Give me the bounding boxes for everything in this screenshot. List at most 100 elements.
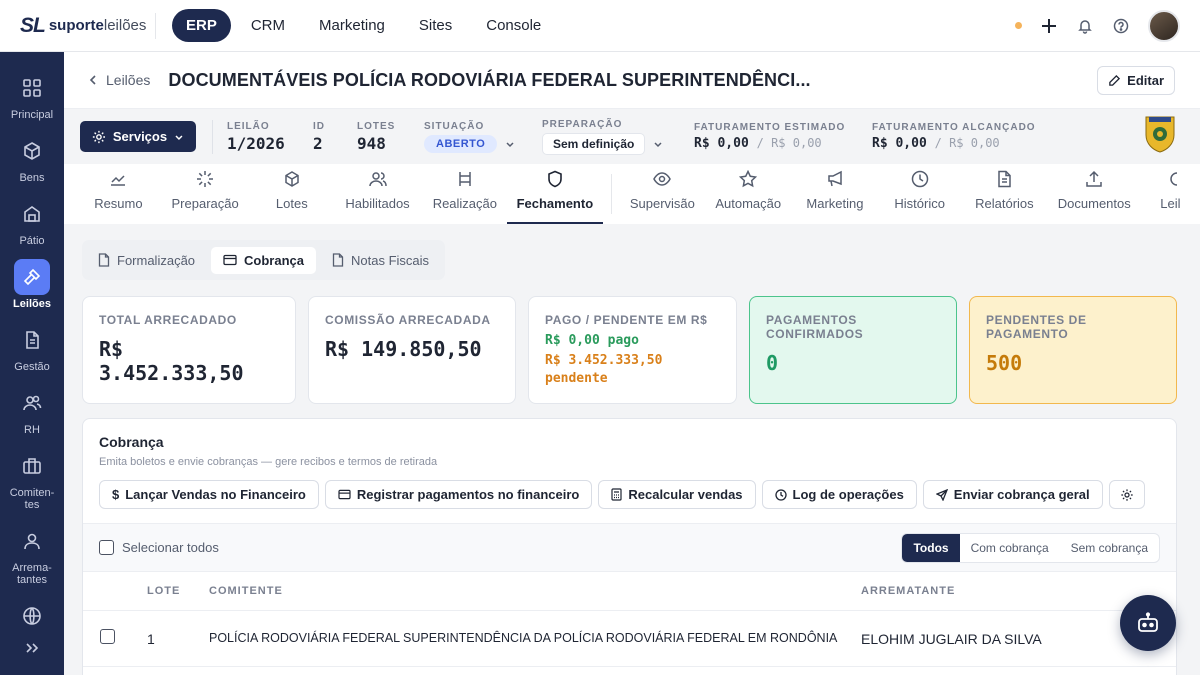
tab-label: Histórico (894, 196, 945, 211)
grid-icon (14, 70, 50, 106)
faturamento-alcancado-value: R$ 0,00 / R$ 0,00 (872, 136, 1000, 151)
hammer-icon (456, 168, 474, 190)
button-label: Lançar Vendas no Financeiro (125, 487, 306, 502)
table-row[interactable]: 1 POLÍCIA RODOVIÁRIA FEDERAL SUPERINTEND… (83, 611, 1176, 667)
lotes-field: LOTES 948 (357, 121, 424, 153)
chevron-down-icon (175, 134, 183, 140)
clock-icon (911, 168, 929, 190)
preparacao-select[interactable]: Sem definição (542, 132, 694, 155)
top-bar: SL suporteleilões ERP CRM Marketing Site… (0, 0, 1200, 52)
chevron-down-icon (506, 141, 514, 147)
filter-todos[interactable]: Todos (902, 533, 960, 562)
shield-icon (546, 168, 564, 190)
users-icon (368, 168, 387, 190)
settings-button[interactable] (1108, 480, 1145, 509)
sidebar-item-label: Pátio (19, 235, 45, 247)
subtab-notas-fiscais[interactable]: Notas Fiscais (320, 247, 441, 274)
card-total-arrecadado: TOTAL ARRECADADO R$ 3.452.333,50 (82, 296, 296, 404)
enviar-cobranca-button[interactable]: Enviar cobrança geral (922, 480, 1103, 509)
tab-realizacao[interactable]: Realização (423, 168, 507, 224)
tab-resumo[interactable]: Resumo (78, 168, 159, 224)
recalcular-vendas-button[interactable]: Recalcular vendas (598, 480, 756, 509)
card-value: 0 (766, 351, 779, 375)
situacao-select[interactable]: ABERTO (424, 134, 542, 153)
sidebar-item-gestao[interactable]: Gestão (0, 322, 64, 373)
card-label: PAGO / PENDENTE EM R$ (545, 313, 708, 327)
tab-habilitados[interactable]: Habilitados (332, 168, 423, 224)
bell-icon[interactable] (1076, 17, 1094, 35)
tab-historico[interactable]: Histórico (878, 168, 961, 224)
column-header-comitente[interactable]: COMITENTE (209, 585, 283, 597)
select-all-checkbox[interactable] (99, 540, 114, 555)
sidebar-item-principal[interactable]: Principal (0, 70, 64, 121)
plus-icon[interactable] (1040, 17, 1058, 35)
button-label: Recalcular vendas (628, 487, 743, 502)
top-nav-console[interactable]: Console (472, 9, 555, 42)
log-operacoes-button[interactable]: Log de operações (761, 480, 917, 509)
filter-com-cobranca[interactable]: Com cobrança (960, 534, 1060, 562)
sidebar-item-rh[interactable]: RH (0, 385, 64, 436)
globe-icon (14, 598, 50, 634)
subtab-label: Formalização (117, 252, 196, 268)
tab-label: Documentos (1057, 196, 1131, 211)
situacao-field: SITUAÇÃO ABERTO (424, 121, 542, 153)
card-label: PAGAMENTOS CONFIRMADOS (766, 313, 864, 341)
top-nav-sites[interactable]: Sites (405, 9, 466, 42)
avatar[interactable] (1148, 9, 1180, 42)
sidebar-item-comitentes[interactable]: Comiten-tes (0, 448, 64, 511)
box-icon (283, 168, 301, 190)
filter-sem-cobranca[interactable]: Sem cobrança (1060, 534, 1159, 562)
services-button[interactable]: Serviços (80, 121, 196, 152)
sidebar-item-bens[interactable]: Bens (0, 133, 64, 184)
panel-title: Cobrança (99, 434, 164, 450)
tab-documentos[interactable]: Documentos (1048, 168, 1141, 224)
column-header-lote[interactable]: LOTE (147, 585, 180, 597)
box-icon (14, 133, 50, 169)
lancar-vendas-button[interactable]: $ Lançar Vendas no Financeiro (99, 480, 319, 509)
column-header-arrematante[interactable]: ARREMATANTE (861, 585, 955, 597)
chatbot-button[interactable] (1120, 595, 1176, 651)
sidebar-item-arrematantes[interactable]: Arrema-tantes (0, 523, 64, 586)
tab-automacao[interactable]: Automação (705, 168, 792, 224)
id-field: ID 2 (313, 121, 357, 153)
card-value: R$ 3.452.333,50 (99, 337, 244, 385)
help-icon[interactable] (1112, 17, 1130, 35)
faturamento-estimado-label: FATURAMENTO ESTIMADO (694, 122, 846, 133)
sidebar-item-label: Gestão (14, 361, 50, 373)
subtab-cobranca[interactable]: Cobrança (211, 246, 316, 274)
tab-relatorios[interactable]: Relatórios (961, 168, 1048, 224)
edit-icon (1109, 74, 1121, 86)
file-text-icon (995, 168, 1013, 190)
sidebar-item-leiloes[interactable]: Leilões (0, 259, 64, 310)
tab-fechamento[interactable]: Fechamento (506, 168, 603, 224)
panel-subtitle: Emita boletos e envie cobranças — gere r… (99, 456, 438, 468)
gear-icon (1120, 488, 1133, 501)
clock-icon (774, 488, 787, 501)
tab-supervisao[interactable]: Supervisão (620, 168, 705, 224)
sidebar-item-patio[interactable]: Pátio (0, 196, 64, 247)
page-header: Leilões DOCUMENTÁVEIS POLÍCIA RODOVIÁRIA… (64, 52, 1200, 108)
tab-lotes[interactable]: Lotes (251, 168, 332, 224)
row-checkbox[interactable] (100, 629, 115, 644)
sidebar-item-sites[interactable] (0, 598, 64, 637)
logo[interactable]: SL suporteleilões (20, 14, 155, 38)
back-link[interactable]: Leilões (88, 72, 150, 88)
calculator-icon (611, 488, 622, 501)
card-value: 500 (986, 351, 1023, 375)
tab-label: Realização (432, 196, 498, 211)
subtab-formalizacao[interactable]: Formalização (86, 247, 207, 274)
chevrons-right-icon[interactable] (22, 638, 42, 663)
edit-button[interactable]: Editar (1097, 65, 1175, 95)
chart-line-icon (109, 168, 127, 190)
logo-mark: SL (20, 13, 46, 37)
tab-label: Preparação (171, 196, 239, 211)
status-dot (1015, 22, 1022, 29)
tab-leil-partial[interactable]: Leil (1141, 168, 1200, 224)
top-nav-crm[interactable]: CRM (237, 9, 299, 42)
tab-preparacao[interactable]: Preparação (159, 168, 252, 224)
top-nav-erp[interactable]: ERP (172, 9, 231, 42)
registrar-pagamentos-button[interactable]: Registrar pagamentos no financeiro (324, 480, 593, 509)
tab-marketing[interactable]: Marketing (792, 168, 879, 224)
megaphone-icon (826, 168, 844, 190)
top-nav-marketing[interactable]: Marketing (305, 9, 399, 42)
